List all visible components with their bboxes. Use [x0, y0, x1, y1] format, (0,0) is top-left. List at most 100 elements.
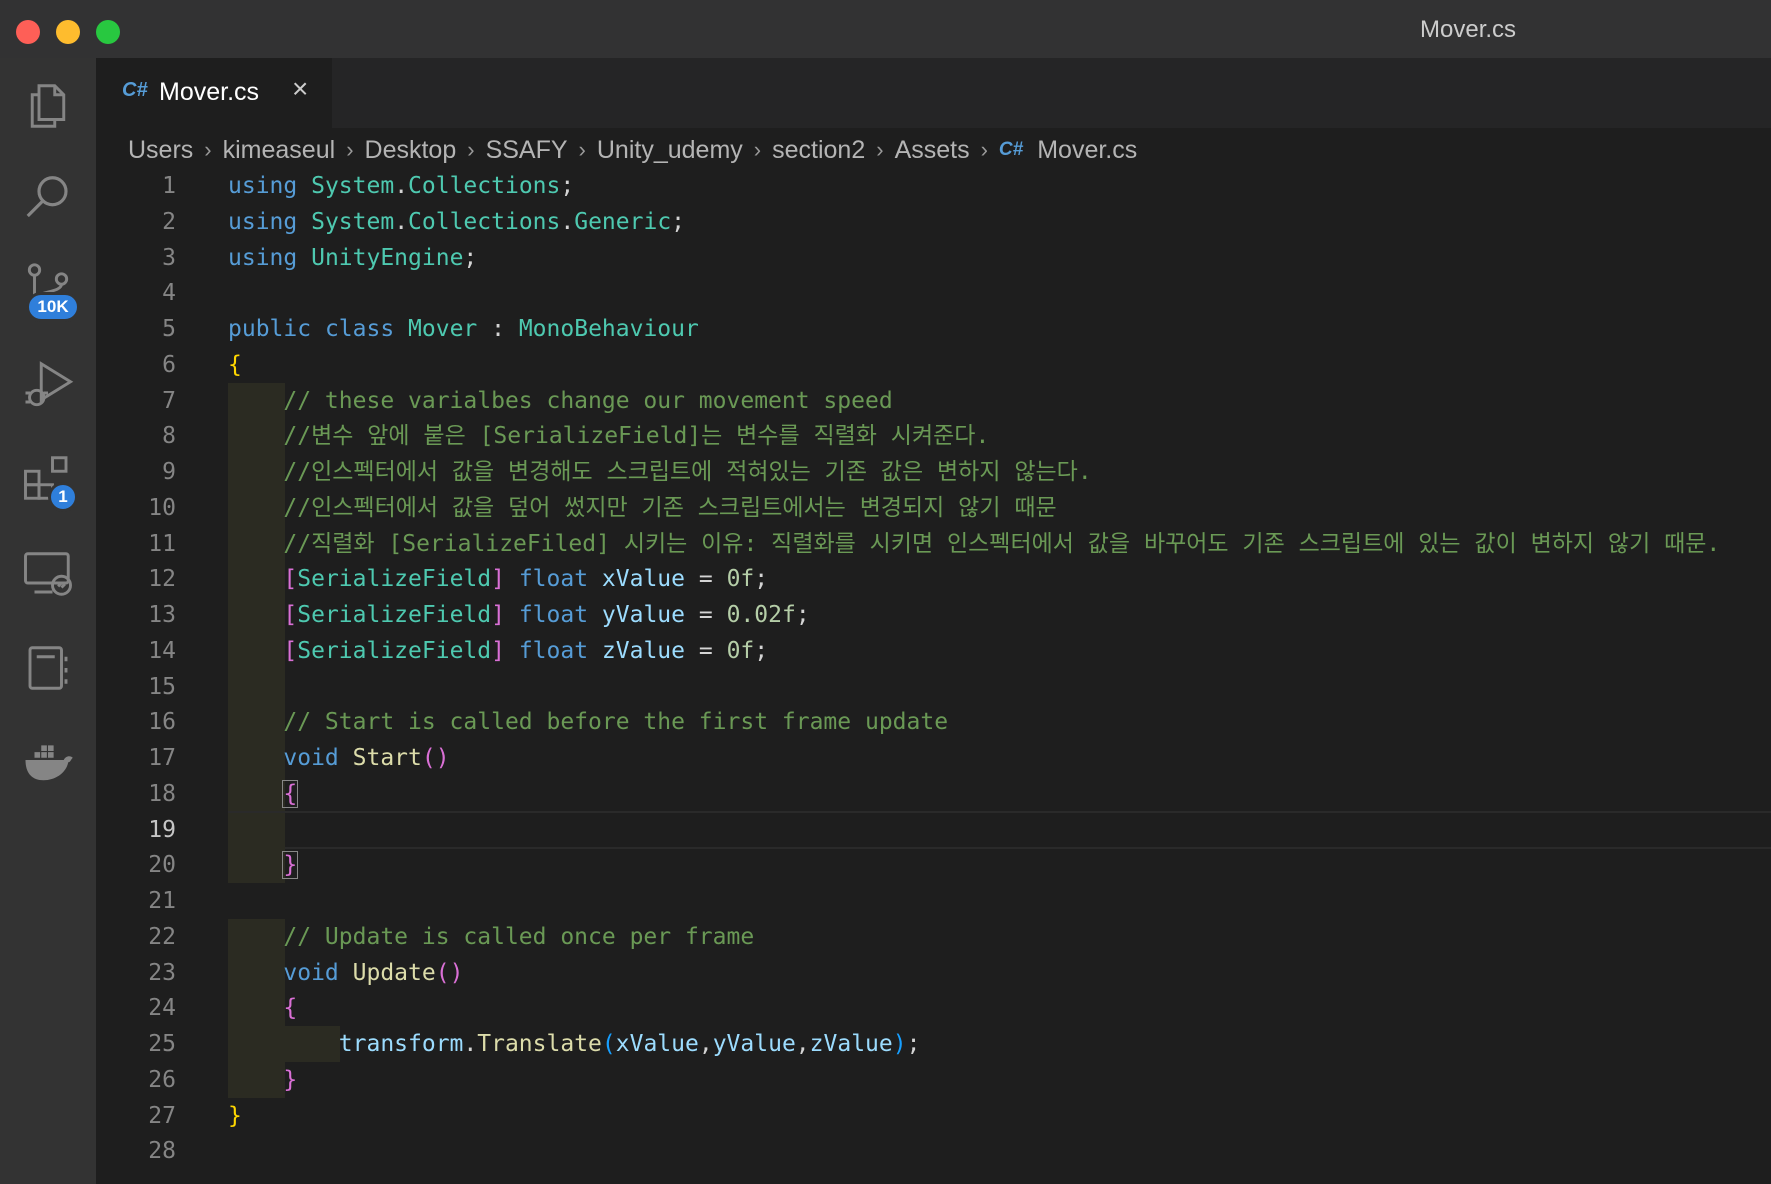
- code-line[interactable]: 25 transform.Translate(xValue,yValue,zVa…: [96, 1026, 1771, 1062]
- line-number: 15: [148, 673, 176, 700]
- code-line[interactable]: 1 using System.Collections;: [96, 168, 1771, 204]
- tab-mover-cs[interactable]: C# Mover.cs ×: [96, 58, 332, 128]
- line-number: 22: [148, 923, 176, 950]
- csharp-file-icon: C#: [122, 79, 148, 101]
- docker-icon[interactable]: [18, 730, 78, 790]
- chevron-right-icon: ›: [753, 137, 762, 162]
- extensions-icon[interactable]: 1: [18, 448, 78, 512]
- breadcrumb-item[interactable]: Assets: [895, 136, 970, 165]
- code-text: // Update is called once per frame: [283, 923, 755, 950]
- breadcrumb-item[interactable]: SSAFY: [486, 136, 568, 165]
- code-line[interactable]: 24 {: [96, 990, 1771, 1027]
- chevron-right-icon: ›: [876, 137, 884, 162]
- run-debug-icon[interactable]: [18, 354, 78, 414]
- code-line[interactable]: 15: [96, 668, 1771, 705]
- code-text: transform.Translate(xValue,yValue,zValue…: [338, 1031, 921, 1057]
- remote-explorer-icon[interactable]: [18, 544, 78, 604]
- code-line[interactable]: 26 }: [96, 1061, 1771, 1098]
- code-editor[interactable]: 1 using System.Collections; 2 using System.…: [96, 168, 1771, 1184]
- line-number: 8: [162, 423, 176, 450]
- notebook-icon[interactable]: [18, 638, 78, 698]
- close-window-button[interactable]: [16, 20, 40, 44]
- breadcrumb-item[interactable]: Unity_udemy: [597, 136, 743, 165]
- code-line[interactable]: 6{: [96, 347, 1771, 383]
- code-line[interactable]: 11 //직렬화 [SerializeFiled] 시키는 이유: 직렬화를 시…: [96, 525, 1771, 562]
- code-text: [SerializeField] float yValue = 0.02f;: [283, 602, 810, 628]
- breadcrumb-item[interactable]: section2: [772, 136, 865, 165]
- code-text: using System.Collections;: [228, 173, 575, 199]
- code-line[interactable]: 14 [SerializeField] float zValue = 0f;: [96, 632, 1771, 669]
- line-number: 19: [148, 816, 176, 843]
- line-number: 3: [162, 244, 176, 271]
- code-line[interactable]: 4: [96, 275, 1771, 311]
- code-text: {: [282, 779, 299, 808]
- chevron-right-icon: ›: [204, 137, 212, 162]
- line-number: 16: [148, 709, 176, 736]
- maximize-window-button[interactable]: [96, 20, 120, 44]
- code-line[interactable]: 23 void Update(): [96, 954, 1771, 991]
- code-line[interactable]: 13 [SerializeField] float yValue = 0.02f…: [96, 597, 1771, 633]
- code-line[interactable]: 5 public class Mover : MonoBehaviour: [96, 311, 1771, 347]
- code-text: using System.Collections.Generic;: [228, 208, 686, 235]
- breadcrumb-file[interactable]: Mover.cs: [1037, 136, 1137, 165]
- line-number: 23: [148, 959, 176, 986]
- line-number: 4: [162, 280, 176, 307]
- code-text: //인스펙터에서 값을 변경해도 스크립트에 적혀있는 기존 값은 변하지 않는…: [283, 459, 1092, 485]
- close-tab-icon[interactable]: ×: [292, 75, 308, 103]
- breadcrumb-item[interactable]: Users: [128, 136, 193, 165]
- minimize-window-button[interactable]: [56, 20, 80, 44]
- line-number: 6: [162, 351, 176, 378]
- code-line[interactable]: 28: [96, 1133, 1771, 1169]
- line-number: 10: [148, 494, 176, 521]
- explorer-icon[interactable]: [18, 76, 78, 136]
- code-line[interactable]: 18 {: [96, 775, 1771, 812]
- source-control-icon[interactable]: 10K: [18, 258, 80, 322]
- code-line[interactable]: 21: [96, 883, 1771, 919]
- code-text: {: [228, 351, 242, 378]
- csharp-file-icon: C#: [998, 139, 1024, 160]
- line-number: 21: [148, 888, 176, 914]
- code-line[interactable]: 7 // these varialbes change our movement…: [96, 382, 1771, 419]
- line-number: 24: [148, 995, 176, 1022]
- chevron-right-icon: ›: [467, 137, 475, 162]
- code-text: using UnityEngine;: [228, 244, 478, 271]
- tab-bar: C# Mover.cs ×: [96, 58, 1771, 128]
- chevron-right-icon: ›: [980, 137, 988, 162]
- line-number: 20: [148, 852, 176, 879]
- extensions-badge: 1: [48, 482, 78, 512]
- search-icon[interactable]: [18, 168, 78, 228]
- breadcrumb: Users › kimeaseul › Desktop › SSAFY › Unity_udem…: [128, 133, 1137, 167]
- code-line[interactable]: 10 //인스펙터에서 값을 덮어 썼지만 기존 스크립트에서는 변경되지 않기…: [96, 489, 1771, 526]
- code-text: // Start is called before the first fram…: [283, 709, 949, 736]
- line-number: 1: [162, 173, 176, 199]
- line-number: 7: [162, 387, 176, 414]
- line-number: 11: [148, 530, 176, 557]
- code-text: }: [282, 851, 299, 880]
- breadcrumb-item[interactable]: Desktop: [365, 136, 457, 165]
- code-line[interactable]: 12 [SerializeField] float xValue = 0f;: [96, 561, 1771, 598]
- code-line[interactable]: 17 void Start(): [96, 740, 1771, 776]
- code-text: }: [283, 1066, 298, 1093]
- title-bar: Mover.cs: [0, 0, 1771, 58]
- breadcrumb-item[interactable]: kimeaseul: [223, 136, 336, 165]
- line-number: 25: [148, 1031, 176, 1057]
- code-line[interactable]: 22 // Update is called once per frame: [96, 918, 1771, 955]
- code-line[interactable]: 8 //변수 앞에 붙은 [SerializeField]는 변수를 직렬화 시…: [96, 418, 1771, 455]
- code-text: {: [283, 995, 298, 1022]
- code-text: void Update(): [283, 959, 464, 986]
- window-title: Mover.cs: [1420, 16, 1517, 43]
- line-number: 27: [148, 1102, 176, 1129]
- line-number: 28: [148, 1138, 176, 1165]
- code-text: //직렬화 [SerializeFiled] 시키는 이유: 직렬화를 시키면 …: [283, 530, 1721, 557]
- line-number: 13: [148, 602, 176, 628]
- code-line[interactable]: 2 using System.Collections.Generic;: [96, 204, 1771, 240]
- code-line[interactable]: 20 }: [96, 847, 1771, 884]
- code-line[interactable]: 16 // Start is called before the first f…: [96, 704, 1771, 741]
- code-line[interactable]: 3 using UnityEngine;: [96, 240, 1771, 276]
- code-line[interactable]: 27}: [96, 1098, 1771, 1134]
- code-line[interactable]: 19: [96, 810, 1771, 849]
- code-line[interactable]: 9 //인스펙터에서 값을 변경해도 스크립트에 적혀있는 기존 값은 변하지 …: [96, 454, 1771, 490]
- chevron-right-icon: ›: [346, 137, 354, 162]
- code-text: }: [228, 1102, 242, 1129]
- indent-guide: [228, 811, 285, 848]
